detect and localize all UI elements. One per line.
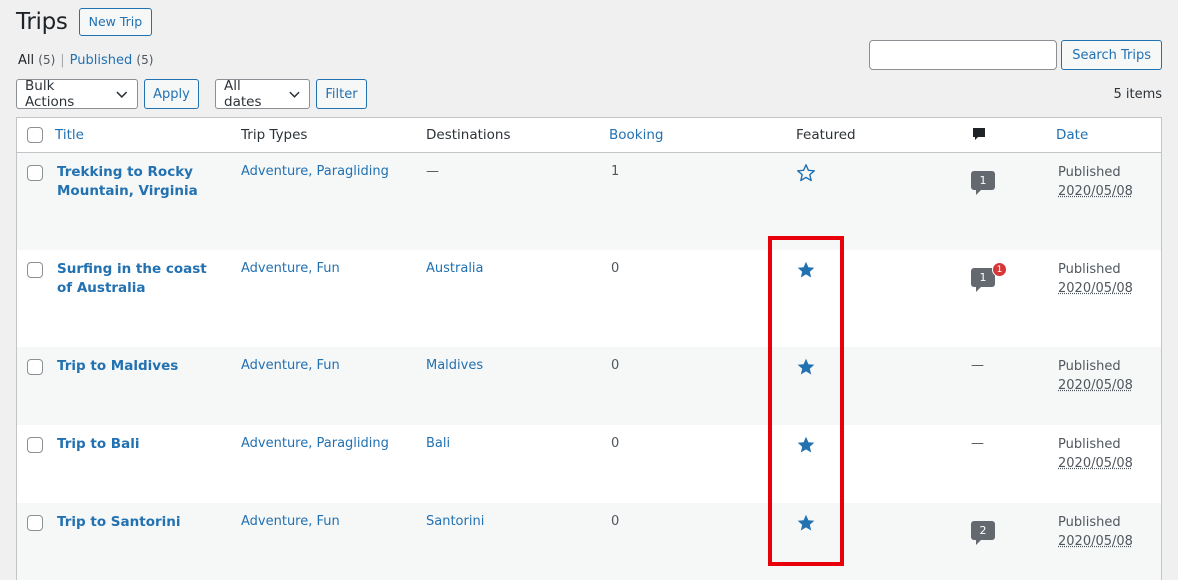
view-separator: | — [60, 53, 64, 68]
bulk-actions-select[interactable]: Bulk Actions — [16, 79, 138, 109]
pending-comment-badge[interactable]: 1 — [992, 262, 1007, 277]
booking-count: 0 — [611, 514, 619, 529]
bubble-tail — [976, 287, 981, 292]
trips-admin-page: Trips New Trip All (5) | Published (5) Sea… — [0, 0, 1178, 580]
comment-count-bubble[interactable]: 1 — [971, 171, 995, 193]
trip-types-link[interactable]: Adventure, Fun — [241, 358, 340, 373]
featured-toggle[interactable] — [796, 163, 816, 187]
post-status: Published — [1058, 260, 1133, 279]
new-trip-button[interactable]: New Trip — [79, 8, 153, 36]
column-booking[interactable]: Booking — [609, 127, 663, 143]
no-comments-dash: — — [971, 436, 984, 451]
date-cell: Published 2020/05/08 — [1058, 260, 1133, 298]
comment-icon — [972, 127, 986, 143]
star-filled-icon — [796, 435, 816, 455]
page-header: Trips New Trip — [16, 8, 152, 36]
trip-title-link[interactable]: Trip to Maldives — [57, 357, 212, 376]
date-cell: Published 2020/05/08 — [1058, 357, 1133, 395]
date-cell: Published 2020/05/08 — [1058, 513, 1133, 551]
featured-toggle[interactable] — [796, 260, 816, 284]
comment-count: 2 — [971, 521, 995, 540]
chevron-down-icon — [288, 87, 301, 101]
trip-title-link[interactable]: Surfing in the coast of Australia — [57, 260, 212, 298]
comments-cell: — — [971, 358, 984, 373]
dates-filter-select[interactable]: All dates — [215, 79, 310, 109]
column-trip-types: Trip Types — [241, 127, 307, 143]
destination-cell[interactable]: Australia — [426, 261, 484, 276]
search-trips-button[interactable]: Search Trips — [1061, 40, 1162, 70]
trip-types-link[interactable]: Adventure, Fun — [241, 261, 340, 276]
post-status: Published — [1058, 513, 1133, 532]
table-header: Title Trip Types Destinations Booking Fe… — [17, 118, 1161, 153]
post-date: 2020/05/08 — [1058, 376, 1133, 395]
star-filled-icon — [796, 513, 816, 533]
table-row: Trip to Maldives Adventure, Fun Maldives… — [17, 347, 1161, 425]
booking-count: 1 — [611, 164, 619, 179]
star-filled-icon — [796, 260, 816, 280]
view-published[interactable]: Published (5) — [70, 53, 154, 68]
comments-cell: — — [971, 436, 984, 451]
post-date: 2020/05/08 — [1058, 182, 1133, 201]
date-cell: Published 2020/05/08 — [1058, 163, 1133, 201]
trip-types-link[interactable]: Adventure, Paragliding — [241, 164, 389, 179]
trip-title-link[interactable]: Trekking to Rocky Mountain, Virginia — [57, 163, 212, 201]
column-title[interactable]: Title — [55, 127, 84, 143]
table-row: Trip to Bali Adventure, Paragliding Bali… — [17, 425, 1161, 503]
page-title: Trips — [16, 9, 68, 35]
row-checkbox[interactable] — [27, 262, 43, 278]
column-date[interactable]: Date — [1056, 127, 1088, 143]
chevron-down-icon — [115, 87, 129, 101]
trip-types-link[interactable]: Adventure, Fun — [241, 514, 340, 529]
trip-title-link[interactable]: Trip to Santorini — [57, 513, 212, 532]
row-checkbox[interactable] — [27, 165, 43, 181]
featured-toggle[interactable] — [796, 435, 816, 459]
post-date: 2020/05/08 — [1058, 454, 1133, 473]
search-input[interactable] — [869, 40, 1057, 70]
trip-title-link[interactable]: Trip to Bali — [57, 435, 212, 454]
table-nav: Bulk Actions Apply All dates Filter — [16, 79, 367, 109]
destination-cell[interactable]: Maldives — [426, 358, 483, 373]
star-outline-icon — [796, 163, 816, 183]
apply-button[interactable]: Apply — [144, 79, 199, 109]
destination-cell[interactable]: Santorini — [426, 514, 484, 529]
post-status: Published — [1058, 163, 1133, 182]
trips-table: Title Trip Types Destinations Booking Fe… — [16, 117, 1162, 580]
comment-count-bubble[interactable]: 2 — [971, 521, 995, 543]
post-date: 2020/05/08 — [1058, 279, 1133, 298]
booking-count: 0 — [611, 358, 619, 373]
items-count: 5 items — [1113, 87, 1162, 102]
comment-count-bubble[interactable]: 11 — [971, 268, 995, 290]
no-comments-dash: — — [971, 358, 984, 373]
bubble-tail — [976, 540, 981, 545]
status-views: All (5) | Published (5) — [18, 53, 153, 68]
star-filled-icon — [796, 357, 816, 377]
table-row: Trekking to Rocky Mountain, Virginia Adv… — [17, 153, 1161, 250]
view-all[interactable]: All (5) — [18, 53, 55, 68]
featured-toggle[interactable] — [796, 513, 816, 537]
post-status: Published — [1058, 357, 1133, 376]
destination-cell[interactable]: Bali — [426, 436, 450, 451]
featured-toggle[interactable] — [796, 357, 816, 381]
table-row: Surfing in the coast of Australia Advent… — [17, 250, 1161, 347]
row-checkbox[interactable] — [27, 515, 43, 531]
filter-button[interactable]: Filter — [316, 79, 367, 109]
destination-cell: — — [426, 164, 439, 179]
trip-types-link[interactable]: Adventure, Paragliding — [241, 436, 389, 451]
date-cell: Published 2020/05/08 — [1058, 435, 1133, 473]
booking-count: 0 — [611, 436, 619, 451]
table-row: Trip to Santorini Adventure, Fun Santori… — [17, 503, 1161, 580]
row-checkbox[interactable] — [27, 437, 43, 453]
column-destinations: Destinations — [426, 127, 511, 143]
search-box: Search Trips — [869, 40, 1162, 70]
bubble-tail — [976, 190, 981, 195]
comment-count: 1 — [971, 171, 995, 190]
post-status: Published — [1058, 435, 1133, 454]
select-all-checkbox[interactable] — [27, 127, 43, 143]
row-checkbox[interactable] — [27, 359, 43, 375]
post-date: 2020/05/08 — [1058, 532, 1133, 551]
column-featured: Featured — [796, 127, 856, 143]
booking-count: 0 — [611, 261, 619, 276]
